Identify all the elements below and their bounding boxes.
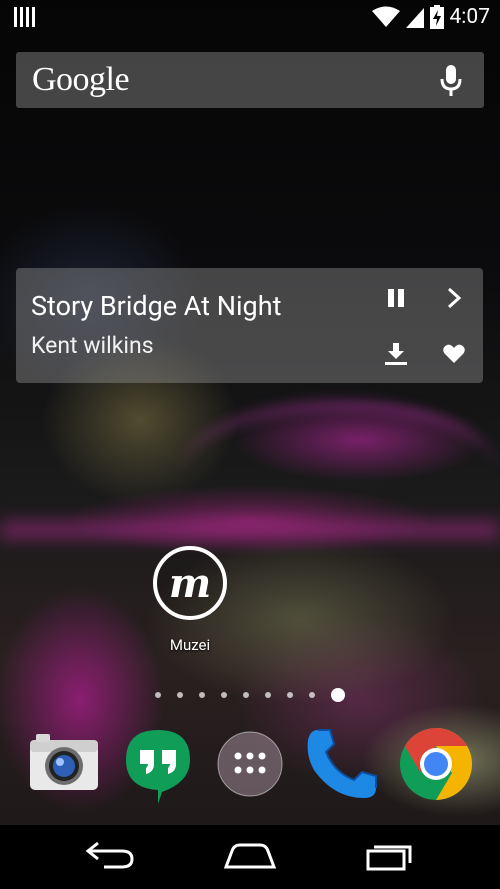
muzei-icon: m <box>153 546 227 620</box>
muzei-widget[interactable]: Story Bridge At Night Kent wilkins <box>16 268 483 383</box>
favorite-heart-icon <box>443 344 465 363</box>
clock: 4:07 <box>449 5 491 29</box>
app-label-muzei: Muzei <box>169 636 211 654</box>
page-dot <box>177 692 183 698</box>
hangouts-icon <box>126 730 190 804</box>
status-bar: 4:07 <box>0 0 500 36</box>
page-dot <box>199 692 205 698</box>
page-dot <box>265 692 271 698</box>
all-apps-icon <box>217 731 283 797</box>
mic-icon[interactable] <box>440 65 462 97</box>
pause-button[interactable] <box>378 280 414 316</box>
download-icon <box>385 343 407 365</box>
download-button[interactable] <box>378 336 414 372</box>
recents-icon[interactable] <box>364 837 416 873</box>
page-dot <box>309 692 315 698</box>
dock-chrome[interactable] <box>398 726 474 802</box>
next-artwork-button[interactable] <box>436 280 472 316</box>
status-icons: 4:07 <box>371 5 491 29</box>
chrome-icon <box>400 728 473 800</box>
home-icon[interactable] <box>222 837 278 873</box>
page-dot-active <box>331 688 345 702</box>
favorite-button[interactable] <box>436 336 472 372</box>
dock-all-apps[interactable] <box>212 726 288 802</box>
artwork-author: Kent wilkins <box>31 332 154 359</box>
page-dot <box>155 692 161 698</box>
page-dot <box>287 692 293 698</box>
signal-bars-icon <box>14 7 35 27</box>
battery-charging-icon <box>429 5 444 29</box>
page-dot <box>221 692 227 698</box>
dock-camera[interactable] <box>26 726 102 802</box>
pause-icon <box>388 289 404 307</box>
artwork-title: Story Bridge At Night <box>31 290 282 322</box>
wifi-icon <box>371 6 400 27</box>
dock-hangouts[interactable] <box>120 726 196 804</box>
cell-signal-icon <box>405 8 424 28</box>
google-logo: Google <box>32 61 130 98</box>
wallpaper-bridge-deck <box>0 520 500 540</box>
back-icon[interactable] <box>84 837 136 873</box>
navigation-bar <box>0 825 500 889</box>
next-icon <box>447 287 462 309</box>
phone-icon <box>307 729 377 798</box>
page-indicator <box>155 688 345 702</box>
google-search-bar[interactable]: Google <box>16 52 484 108</box>
page-dot <box>243 692 249 698</box>
camera-icon <box>30 734 98 790</box>
dock-phone[interactable] <box>304 726 380 802</box>
app-icon-muzei[interactable]: m Muzei <box>148 546 232 654</box>
